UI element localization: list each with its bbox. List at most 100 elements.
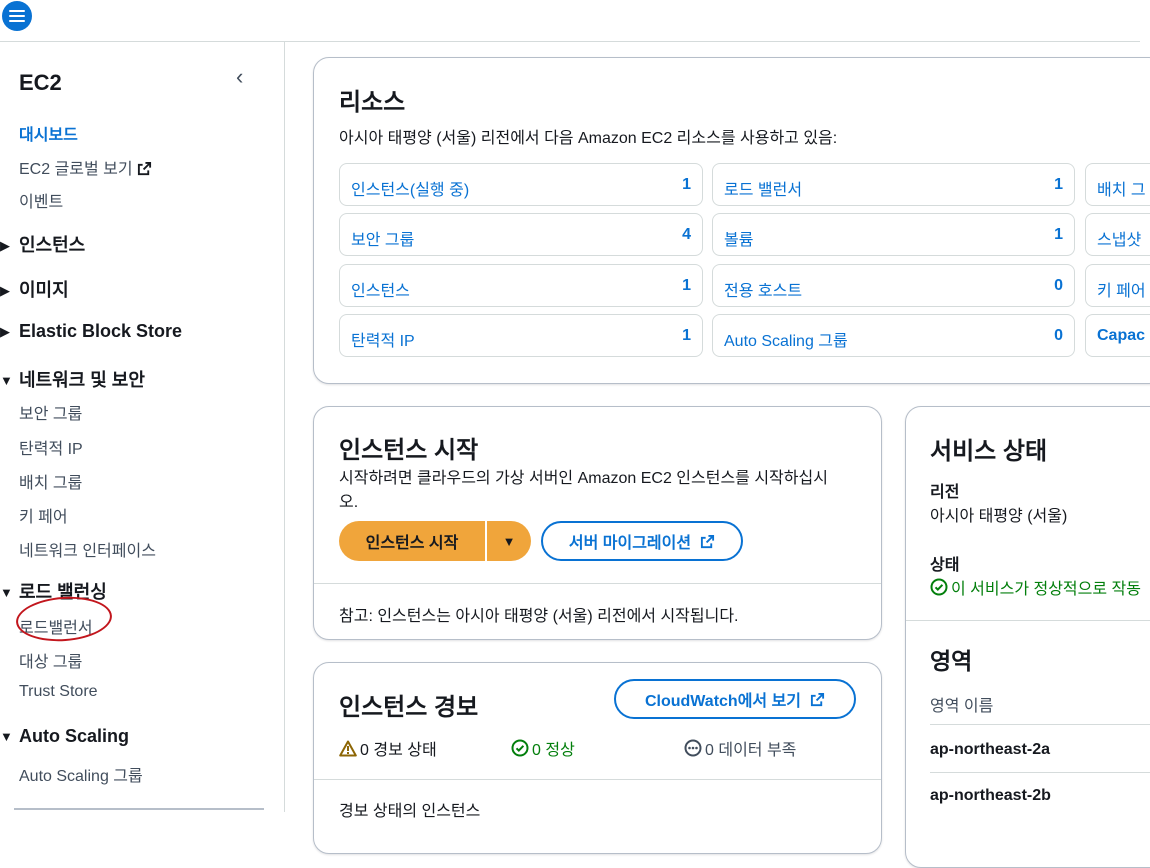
- sidebar-section-auto-scaling[interactable]: ▼ Auto Scaling: [0, 726, 129, 747]
- region-label: 리전: [930, 484, 960, 501]
- resource-count: 4: [682, 226, 691, 243]
- external-link-icon: [810, 692, 825, 706]
- sidebar-item-trust-store[interactable]: Trust Store: [19, 683, 98, 701]
- sidebar-section-ebs[interactable]: ▶ Elastic Block Store: [0, 321, 182, 342]
- resource-count: 1: [682, 277, 691, 294]
- sidebar-section-label: 로드 밸런싱: [19, 582, 107, 602]
- resource-snapshots[interactable]: 스냅샷: [1085, 213, 1150, 256]
- resource-elastic-ips[interactable]: 탄력적 IP 1: [339, 314, 703, 357]
- sidebar-item-network-interfaces[interactable]: 네트워크 인터페이스: [19, 537, 156, 561]
- alarm-instances-subheading: 경보 상태의 인스턴스: [339, 803, 481, 820]
- sidebar: EC2 ‹ 대시보드 EC2 글로벌 보기 이벤트 ▶ 인스턴스 ▶ 이미지 ▶ El…: [0, 42, 285, 812]
- resources-title: 리소스: [339, 89, 406, 116]
- launch-region-note: 참고: 인스턴스는 아시아 태평양 (서울) 리전에서 시작됩니다.: [339, 608, 739, 625]
- view-cloudwatch-button[interactable]: CloudWatch에서 보기: [614, 679, 856, 719]
- alarm-state-status[interactable]: 0 경보 상태: [339, 736, 437, 760]
- check-circle-icon: [930, 578, 948, 596]
- resource-label: 보안 그룹: [351, 232, 415, 249]
- service-status: 이 서비스가 정상적으로 작동: [930, 575, 1141, 599]
- resource-load-balancers[interactable]: 로드 밸런서 1: [712, 163, 1075, 206]
- resource-running-instances[interactable]: 인스턴스(실행 중) 1: [339, 163, 703, 206]
- resource-key-pairs[interactable]: 키 페어: [1085, 264, 1150, 307]
- resource-label: 스냅샷: [1097, 232, 1142, 249]
- launch-divider: [314, 583, 881, 584]
- sidebar-section-instances[interactable]: ▶ 인스턴스: [0, 231, 85, 257]
- warning-icon: [339, 740, 357, 756]
- zone-header-divider: [930, 724, 1150, 725]
- ok-status[interactable]: 0 정상: [511, 736, 575, 760]
- resource-count: 1: [1054, 176, 1063, 193]
- sidebar-section-network[interactable]: ▼ 네트워크 및 보안: [0, 366, 145, 392]
- sidebar-item-security-groups[interactable]: 보안 그룹: [19, 400, 82, 424]
- resource-label: 인스턴스(실행 중): [351, 182, 470, 199]
- launch-dropdown-icon[interactable]: ▼: [487, 521, 531, 561]
- sidebar-item-load-balancers[interactable]: 로드밸런서: [19, 614, 93, 638]
- menu-icon[interactable]: [2, 1, 32, 31]
- resource-count: 0: [1054, 327, 1063, 344]
- service-divider: [906, 620, 1150, 621]
- resource-count: 1: [1054, 226, 1063, 243]
- resource-count: 0: [1054, 277, 1063, 294]
- server-migration-button[interactable]: 서버 마이그레이션: [541, 521, 743, 561]
- launch-title: 인스턴스 시작: [339, 437, 479, 464]
- resource-placement-groups[interactable]: 배치 그: [1085, 163, 1150, 206]
- service-health-title: 서비스 상태: [930, 438, 1048, 465]
- launch-instance-panel: 인스턴스 시작 시작하려면 클라우드의 가상 서버인 Amazon EC2 인스…: [313, 406, 882, 640]
- zone-row-divider: [930, 772, 1150, 773]
- resource-label: 볼륨: [724, 232, 754, 249]
- caret-right-icon: ▶: [0, 283, 10, 298]
- caret-down-icon: ▼: [0, 585, 13, 600]
- sidebar-section-label: 이미지: [19, 280, 69, 300]
- caret-right-icon: ▶: [0, 324, 10, 339]
- resource-instances[interactable]: 인스턴스 1: [339, 264, 703, 307]
- insufficient-data-label: 0 데이터 부족: [705, 742, 797, 759]
- sidebar-divider: [14, 808, 264, 810]
- resource-capacity-reservations[interactable]: Capac: [1085, 314, 1150, 357]
- launch-instance-button[interactable]: 인스턴스 시작: [339, 521, 485, 561]
- sidebar-item-dashboard[interactable]: 대시보드: [19, 121, 78, 145]
- alarms-title: 인스턴스 경보: [339, 694, 479, 721]
- zone-name-header: 영역 이름: [930, 698, 994, 715]
- resource-security-groups[interactable]: 보안 그룹 4: [339, 213, 703, 256]
- status-label: 상태: [930, 557, 960, 574]
- insufficient-data-status[interactable]: 0 데이터 부족: [684, 736, 796, 760]
- resource-label: 탄력적 IP: [351, 333, 415, 350]
- resource-label: 인스턴스: [351, 283, 410, 300]
- collapse-sidebar-icon[interactable]: ‹: [236, 64, 243, 90]
- launch-description-cont: 오.: [339, 494, 359, 511]
- sidebar-item-target-groups[interactable]: 대상 그룹: [19, 648, 82, 672]
- service-health-panel: 서비스 상태 리전 아시아 태평양 (서울) 상태 이 서비스가 정상적으로 작…: [905, 406, 1150, 868]
- zone-row: ap-northeast-2a: [930, 741, 1051, 758]
- resource-label: 키 페어: [1097, 283, 1146, 300]
- ellipsis-circle-icon: [684, 739, 702, 757]
- sidebar-item-global-view[interactable]: EC2 글로벌 보기: [19, 155, 152, 179]
- resource-volumes[interactable]: 볼륨 1: [712, 213, 1075, 256]
- resources-panel: 리소스 아시아 태평양 (서울) 리전에서 다음 Amazon EC2 리소스를…: [313, 57, 1150, 384]
- resource-count: 1: [682, 176, 691, 193]
- external-link-icon: [701, 534, 715, 548]
- alarm-state-label: 0 경보 상태: [360, 742, 437, 759]
- external-link-icon: [137, 161, 151, 176]
- button-label: CloudWatch에서 보기: [644, 693, 802, 710]
- sidebar-item-elastic-ip[interactable]: 탄력적 IP: [19, 435, 83, 459]
- instance-alarms-panel: 인스턴스 경보 CloudWatch에서 보기 0 경보 상태 0 정상 0 데…: [313, 662, 882, 854]
- sidebar-item-key-pairs[interactable]: 키 페어: [19, 503, 68, 527]
- sidebar-section-load-balancing[interactable]: ▼ 로드 밸런싱: [0, 578, 107, 604]
- resource-label: 로드 밸런서: [724, 182, 803, 199]
- sidebar-item-events[interactable]: 이벤트: [19, 188, 63, 212]
- resource-auto-scaling-groups[interactable]: Auto Scaling 그룹 0: [712, 314, 1075, 357]
- top-bar: [0, 0, 1140, 42]
- sidebar-section-label: 인스턴스: [19, 235, 86, 255]
- sidebar-item-auto-scaling-groups[interactable]: Auto Scaling 그룹: [19, 762, 143, 786]
- caret-right-icon: ▶: [0, 238, 10, 253]
- caret-down-icon: ▼: [0, 373, 13, 388]
- caret-down-icon: ▼: [0, 729, 13, 744]
- sidebar-item-placement-groups[interactable]: 배치 그룹: [19, 469, 82, 493]
- button-label: 서버 마이그레이션: [568, 535, 692, 552]
- resource-dedicated-hosts[interactable]: 전용 호스트 0: [712, 264, 1075, 307]
- sidebar-title: EC2: [19, 70, 62, 95]
- sidebar-section-images[interactable]: ▶ 이미지: [0, 276, 69, 302]
- resource-label: 전용 호스트: [724, 283, 803, 300]
- sidebar-section-label: Elastic Block Store: [19, 321, 183, 341]
- launch-description: 시작하려면 클라우드의 가상 서버인 Amazon EC2 인스턴스를 시작하십…: [339, 470, 828, 487]
